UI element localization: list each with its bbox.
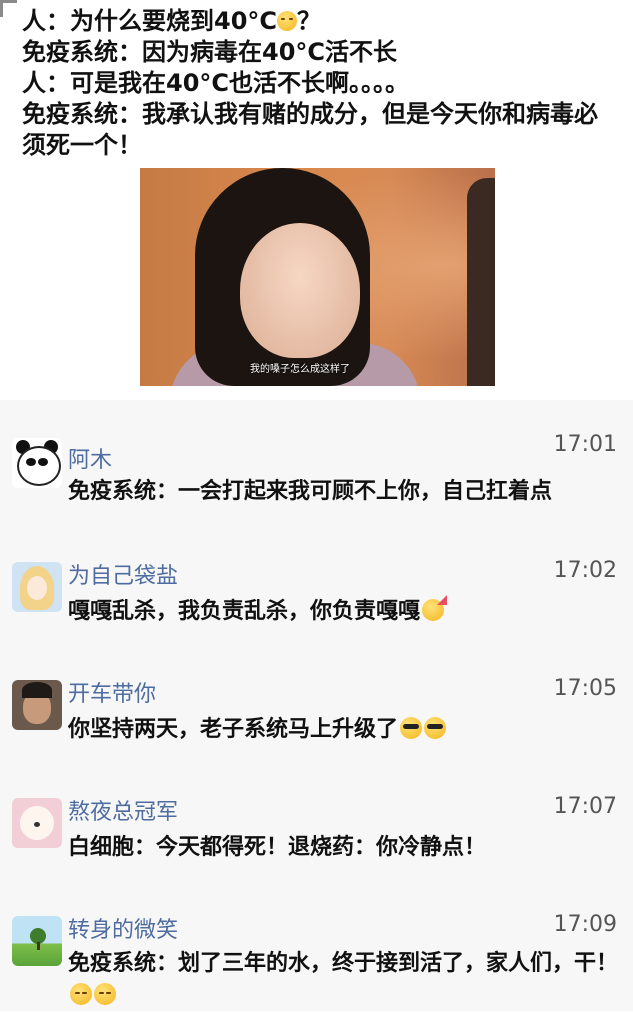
avatar-hair (22, 682, 52, 698)
comment-item: 熬夜总冠军 17:07 白细胞：今天都得死！退烧药：你冷静点！ (0, 774, 633, 892)
comment-username[interactable]: 转身的微笑 (68, 912, 178, 944)
avatar-nose (34, 822, 40, 827)
comment-text: 嘎嘎乱杀，我负责乱杀，你负责嘎嘎 (68, 596, 618, 628)
panda-avatar[interactable] (12, 438, 62, 488)
post-line-4: 免疫系统：我承认我有赌的成分，但是今天你和病毒必 (22, 100, 598, 128)
comment-text: 免疫系统：一会打起来我可顾不上你，自己扛着点 (68, 479, 553, 504)
comment-username[interactable]: 阿木 (68, 442, 112, 474)
party-face-emoji-icon (422, 599, 445, 621)
comment-username[interactable]: 开车带你 (68, 676, 156, 708)
post-line-1-end: ？ (297, 7, 322, 35)
comment-time: 17:02 (553, 558, 617, 583)
post-line-3: 人：可是我在40°C也活不长啊。。。。 (22, 69, 410, 97)
panda-eye-right (38, 458, 48, 466)
comment-item: 阿木 17:01 免疫系统：一会打起来我可顾不上你，自己扛着点 (0, 420, 633, 538)
avatar-face (27, 576, 47, 600)
post: 人：为什么要烧到40°C ？ 免疫系统：因为病毒在40°C活不长 人：可是我在40… (0, 0, 633, 400)
comment-username[interactable]: 熬夜总冠军 (68, 794, 178, 826)
comment-item: 开车带你 17:05 你坚持两天，老子系统马上升级了 (0, 656, 633, 774)
post-line-1-text: 人：为什么要烧到40°C (22, 7, 278, 35)
comment-time: 17:07 (553, 794, 617, 819)
corner-mark (0, 0, 17, 17)
comment-text-content: 你坚持两天，老子系统马上升级了 (68, 717, 399, 742)
comment-item: 转身的微笑 17:09 免疫系统：划了三年的水，终于接到活了，家人们，干！ (0, 892, 633, 1010)
comment-text: 你坚持两天，老子系统马上升级了 (68, 714, 618, 746)
avatar-tree-trunk (37, 942, 40, 950)
video-side-figure (467, 178, 495, 386)
comment-time: 17:01 (553, 432, 617, 457)
comment-item: 为自己袋盐 17:02 嘎嘎乱杀，我负责乱杀，你负责嘎嘎 (0, 538, 633, 656)
blush-emoji-icon (94, 983, 116, 1005)
post-line-2: 免疫系统：因为病毒在40°C活不长 (22, 38, 398, 66)
sunglasses-emoji-icon (400, 717, 423, 739)
landscape-avatar[interactable] (12, 916, 62, 966)
dog-avatar[interactable] (12, 798, 62, 848)
comment-text: 免疫系统：划了三年的水，终于接到活了，家人们，干！ (68, 948, 618, 1012)
comment-list: 阿木 17:01 免疫系统：一会打起来我可顾不上你，自己扛着点 为自己袋盐 17… (0, 400, 633, 1011)
girl-avatar[interactable] (12, 562, 62, 612)
comment-time: 17:05 (553, 676, 617, 701)
video-subtitle: 我的嗓子怎么成这样了 (250, 364, 350, 375)
panda-eye-left (26, 458, 36, 466)
comment-time: 17:09 (553, 912, 617, 937)
blush-emoji-icon (70, 983, 92, 1005)
man-avatar[interactable] (12, 680, 62, 730)
panda-face (17, 446, 61, 486)
smile-emoji-icon (277, 11, 298, 31)
comment-text-content: 嘎嘎乱杀，我负责乱杀，你负责嘎嘎 (68, 599, 421, 624)
comment-text: 白细胞：今天都得死！退烧药：你冷静点！ (68, 835, 487, 860)
post-line-1: 人：为什么要烧到40°C ？ (22, 6, 321, 36)
video-figure-face (240, 223, 360, 358)
comment-text-content: 免疫系统：划了三年的水，终于接到活了，家人们，干！ (68, 951, 619, 976)
sunglasses-emoji-icon (424, 717, 447, 739)
comment-username[interactable]: 为自己袋盐 (68, 558, 178, 590)
video-thumbnail[interactable]: 我的嗓子怎么成这样了 (140, 168, 495, 386)
post-line-5: 须死一个！ (22, 131, 142, 159)
